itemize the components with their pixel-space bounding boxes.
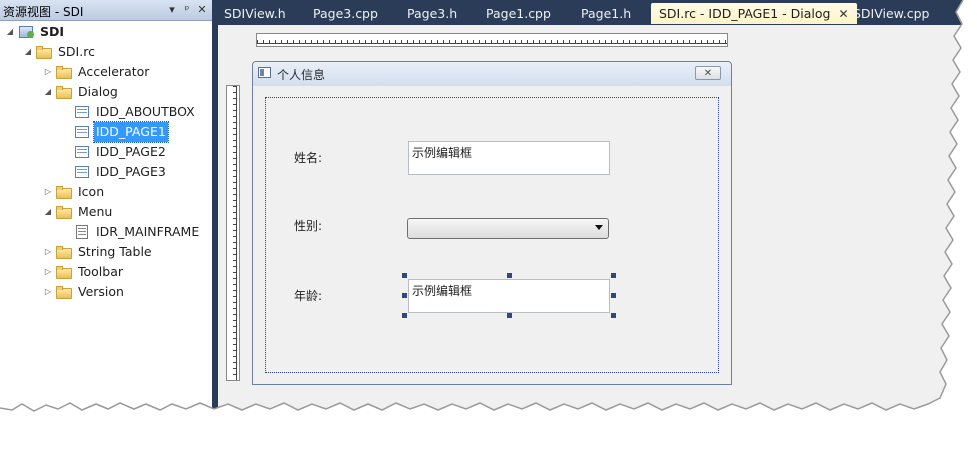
dropdown-icon[interactable]: ▾ (165, 3, 179, 17)
gender-combo-control[interactable] (407, 218, 609, 239)
resize-handle[interactable] (507, 313, 512, 318)
tree-item-idr-mainframe[interactable]: IDR_MAINFRAME (60, 222, 201, 242)
tree-item-accelerator[interactable]: ▷ Accelerator (42, 62, 151, 82)
close-icon[interactable]: ✕ (195, 3, 209, 17)
expand-triangle-icon[interactable]: ▷ (42, 242, 54, 262)
tab-sdiview-cpp[interactable]: SDIView.cpp (845, 3, 937, 24)
visual-studio-window: 资源视图 - SDI ▾ ᵖ ✕ ◢ SDI ◢ SDI.rc ▷ Accelerat… (0, 0, 977, 451)
tree-item-icon[interactable]: ▷ Icon (42, 182, 106, 202)
resize-handle[interactable] (611, 293, 616, 298)
age-edit-control[interactable]: 示例编辑框 (408, 279, 610, 313)
dialog-titlebar: 个人信息 ✕ (253, 62, 731, 86)
dialog-close-button[interactable]: ✕ (695, 66, 721, 80)
window-icon (258, 67, 271, 78)
resize-handle[interactable] (402, 273, 407, 278)
dialog-resource-icon (74, 165, 90, 179)
collapse-triangle-icon[interactable]: ◢ (22, 42, 34, 62)
resize-handle[interactable] (611, 273, 616, 278)
resource-view-title: 资源视图 - SDI (3, 5, 84, 19)
dialog-editor-canvas[interactable]: 个人信息 ✕ 姓名: 示例编辑框 性别: 年龄: 示例编辑框 (218, 25, 977, 451)
dialog-title: 个人信息 (277, 68, 326, 82)
tab-page3-h[interactable]: Page3.h (399, 3, 465, 24)
folder-icon (56, 285, 72, 299)
folder-icon (56, 185, 72, 199)
name-edit-control[interactable]: 示例编辑框 (408, 141, 610, 175)
tree-item-idd-page2[interactable]: IDD_PAGE2 (60, 142, 168, 162)
tab-page3-cpp[interactable]: Page3.cpp (305, 3, 386, 24)
dialog-preview[interactable]: 个人信息 ✕ 姓名: 示例编辑框 性别: 年龄: 示例编辑框 (252, 61, 732, 385)
dialog-resource-icon (74, 125, 90, 139)
resize-handle[interactable] (611, 313, 616, 318)
dialog-resource-icon (74, 105, 90, 119)
resource-view-titlebar: 资源视图 - SDI ▾ ᵖ ✕ (0, 0, 212, 21)
expand-triangle-icon[interactable]: ▷ (42, 182, 54, 202)
horizontal-ruler[interactable] (256, 33, 728, 47)
collapse-triangle-icon[interactable]: ◢ (42, 82, 54, 102)
folder-icon (56, 205, 72, 219)
resize-handle[interactable] (402, 313, 407, 318)
document-area: SDIView.h Page3.cpp Page3.h Page1.cpp Pa… (216, 0, 977, 451)
gender-label[interactable]: 性别: (294, 217, 322, 234)
tree-item-idd-aboutbox[interactable]: IDD_ABOUTBOX (60, 102, 197, 122)
tab-sdi-rc-idd-page1-dialog[interactable]: SDI.rc - IDD_PAGE1 - Dialog ✕ (651, 3, 857, 24)
chevron-down-icon (595, 225, 603, 230)
project-icon (18, 25, 34, 39)
folder-icon (36, 45, 52, 59)
expand-triangle-icon[interactable]: ▷ (42, 262, 54, 282)
tree-item-idd-page3[interactable]: IDD_PAGE3 (60, 162, 168, 182)
pin-icon[interactable]: ᵖ (180, 3, 194, 17)
tree-item-menu[interactable]: ◢ Menu (42, 202, 114, 222)
expand-triangle-icon[interactable]: ▷ (42, 62, 54, 82)
folder-icon (56, 85, 72, 99)
tree-item-toolbar[interactable]: ▷ Toolbar (42, 262, 125, 282)
folder-icon (56, 265, 72, 279)
age-label[interactable]: 年龄: (294, 287, 322, 304)
resize-handle[interactable] (402, 293, 407, 298)
dialog-resource-icon (74, 145, 90, 159)
folder-icon (56, 65, 72, 79)
tree-item-string-table[interactable]: ▷ String Table (42, 242, 154, 262)
expand-triangle-icon[interactable]: ▷ (42, 282, 54, 302)
folder-icon (56, 245, 72, 259)
vertical-ruler[interactable] (226, 85, 240, 381)
document-tab-bar: SDIView.h Page3.cpp Page3.h Page1.cpp Pa… (216, 0, 977, 25)
tree-item-dialog[interactable]: ◢ Dialog (42, 82, 120, 102)
tree-item-version[interactable]: ▷ Version (42, 282, 126, 302)
collapse-triangle-icon[interactable]: ◢ (4, 22, 16, 42)
menu-resource-icon (74, 225, 90, 239)
resize-handle[interactable] (507, 273, 512, 278)
tab-page1-cpp[interactable]: Page1.cpp (478, 3, 559, 24)
name-label[interactable]: 姓名: (294, 149, 322, 166)
tree-item-sdi[interactable]: ◢ SDI (4, 22, 66, 42)
collapse-triangle-icon[interactable]: ◢ (42, 202, 54, 222)
resource-view-panel: 资源视图 - SDI ▾ ᵖ ✕ ◢ SDI ◢ SDI.rc ▷ Accelerat… (0, 0, 212, 451)
tree-item-sdi-rc[interactable]: ◢ SDI.rc (22, 42, 97, 62)
tab-page1-h[interactable]: Page1.h (573, 3, 639, 24)
tab-sdiview-h[interactable]: SDIView.h (216, 3, 294, 24)
tree-item-idd-page1[interactable]: IDD_PAGE1 (60, 121, 169, 143)
